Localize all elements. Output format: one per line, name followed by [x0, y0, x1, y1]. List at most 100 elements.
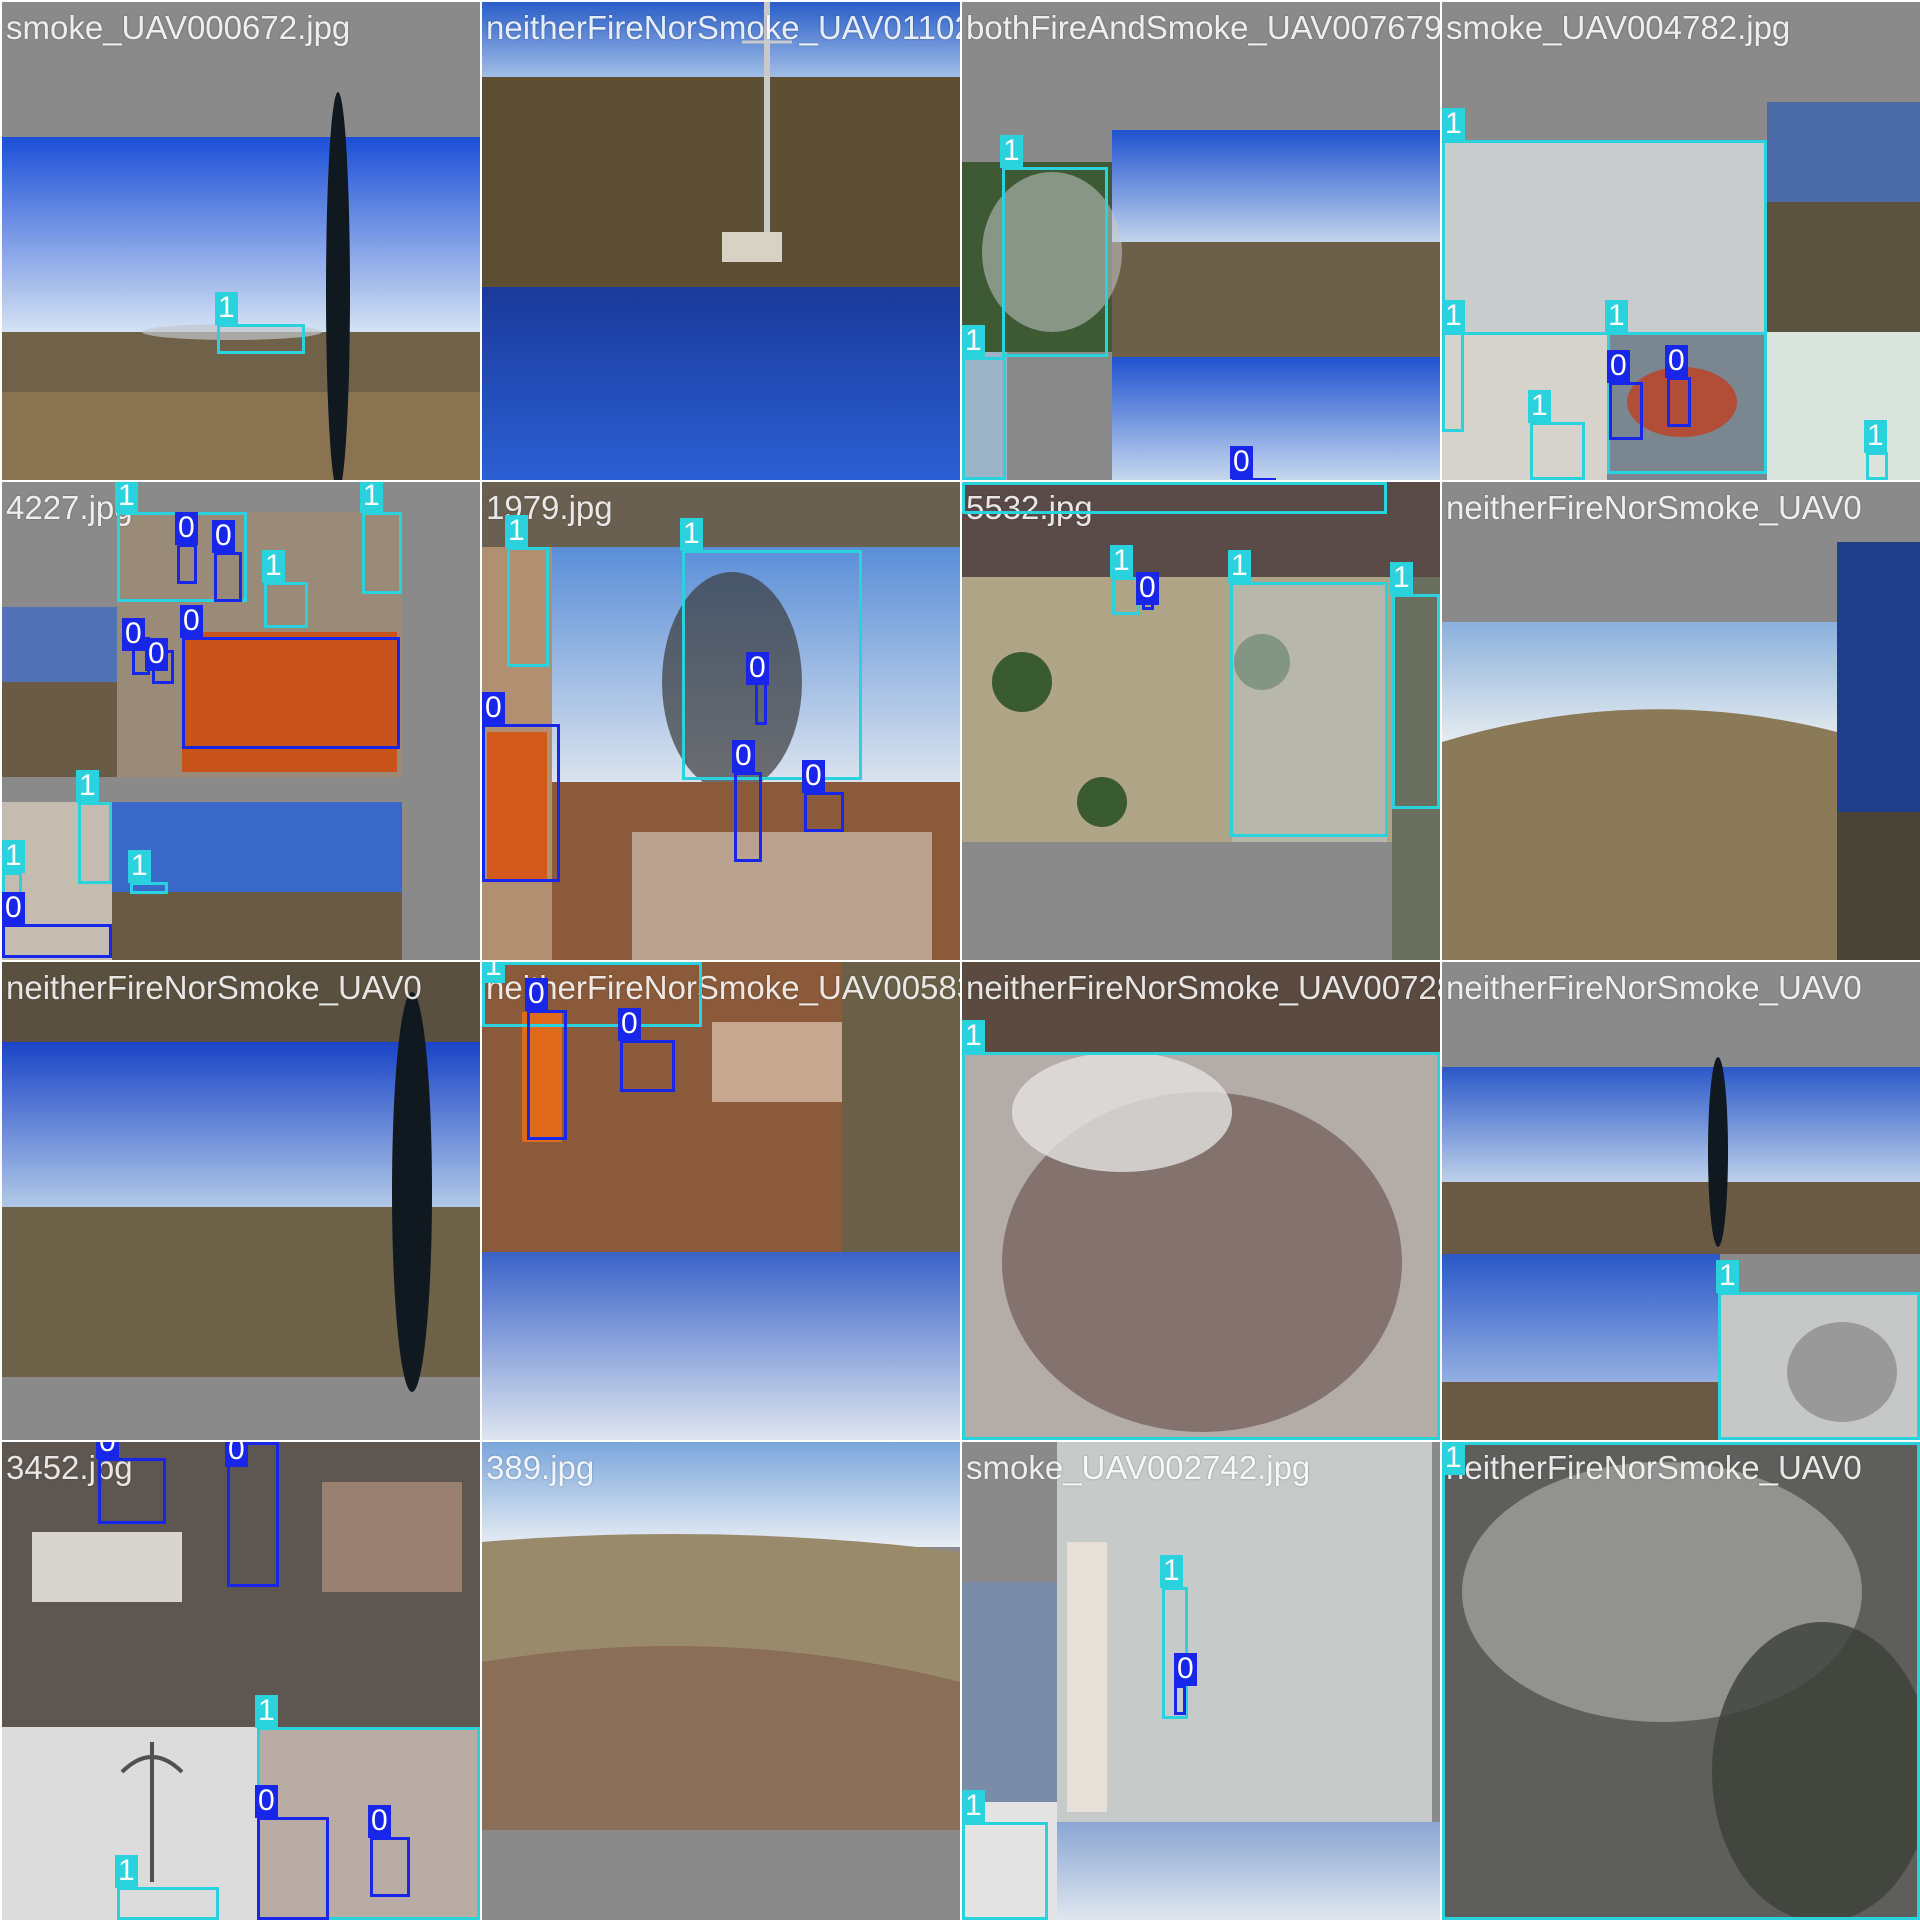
- mosaic-tile-15: smoke_UAV002742.jpg 1 0 1: [962, 1442, 1440, 1920]
- smoke-class-tag: 1: [1864, 420, 1887, 453]
- smoke-bounding-box: [264, 582, 308, 628]
- smoke-bounding-box: [130, 882, 168, 894]
- tile-photo: [482, 1442, 960, 1920]
- smoke-class-tag: 1: [962, 1020, 985, 1053]
- mosaic-tile-6: 1979.jpg 1 1 0 0 0 0: [482, 482, 960, 960]
- fire-class-tag: 0: [212, 520, 235, 553]
- smoke-bounding-box: [1866, 452, 1888, 480]
- smoke-class-tag: 1: [1442, 1442, 1465, 1475]
- fire-bounding-box: [482, 724, 560, 882]
- fire-bounding-box: [1174, 1685, 1186, 1715]
- fire-bounding-box: [177, 544, 197, 584]
- smoke-class-tag: 1: [1160, 1555, 1183, 1588]
- mosaic-tile-14: 389.jpg: [482, 1442, 960, 1920]
- mosaic-tile-12: neitherFireNorSmoke_UAV0 1: [1442, 962, 1920, 1440]
- smoke-bounding-box: [117, 1887, 219, 1920]
- mosaic-tile-8: neitherFireNorSmoke_UAV0: [1442, 482, 1920, 960]
- fire-class-tag: 0: [175, 512, 198, 545]
- smoke-class-tag: 1: [1528, 390, 1551, 423]
- mosaic-tile-9: neitherFireNorSmoke_UAV0: [2, 962, 480, 1440]
- fire-class-tag: 0: [255, 1785, 278, 1818]
- smoke-class-tag: 1: [128, 850, 151, 883]
- smoke-bounding-box: [1530, 422, 1585, 480]
- fire-class-tag: 0: [802, 760, 825, 793]
- fire-bounding-box: [214, 552, 242, 602]
- smoke-class-tag: 1: [115, 1855, 138, 1888]
- mosaic-tile-3: bothFireAndSmoke_UAV007679.jpg 1 1 0: [962, 2, 1440, 480]
- fire-class-tag: 0: [1665, 345, 1688, 378]
- smoke-class-tag: 1: [962, 325, 985, 358]
- mosaic-tile-7: 5532.jpg 1 0 1 1: [962, 482, 1440, 960]
- smoke-class-tag: 1: [1605, 300, 1628, 333]
- smoke-class-tag: 1: [115, 482, 138, 513]
- fire-class-tag: 0: [618, 1008, 641, 1041]
- smoke-bounding-box: [78, 802, 112, 884]
- smoke-class-tag: 1: [255, 1695, 278, 1728]
- smoke-bounding-box: [217, 324, 305, 354]
- fire-bounding-box: [2, 924, 112, 958]
- smoke-bounding-box: [507, 547, 549, 667]
- smoke-class-tag: 1: [262, 550, 285, 583]
- mosaic-tile-13: 3452.jpg 0 0 1 0 0 1: [2, 1442, 480, 1920]
- tile-photo: [2, 962, 480, 1440]
- fire-bounding-box: [620, 1040, 675, 1092]
- tile-photo: [2, 2, 480, 480]
- fire-class-tag: 0: [525, 978, 548, 1011]
- smoke-class-tag: 1: [215, 292, 238, 325]
- fire-class-tag: 0: [1174, 1653, 1197, 1686]
- fire-bounding-box: [257, 1817, 329, 1920]
- smoke-class-tag: 1: [680, 518, 703, 551]
- smoke-class-tag: 1: [962, 1790, 985, 1823]
- smoke-class-tag: 1: [1442, 300, 1465, 333]
- fire-bounding-box: [1609, 382, 1643, 440]
- detection-mosaic: smoke_UAV000672.jpg 1 neitherFireNorSmok…: [0, 0, 1920, 1920]
- fire-class-tag: 0: [746, 652, 769, 685]
- smoke-class-tag: 1: [1228, 550, 1251, 583]
- fire-bounding-box: [370, 1837, 410, 1897]
- smoke-class-tag: 1: [360, 482, 383, 513]
- smoke-class-tag: 1: [1716, 1260, 1739, 1293]
- fire-class-tag: 0: [145, 638, 168, 671]
- smoke-bounding-box: [962, 482, 1387, 514]
- fire-class-tag: 0: [122, 618, 145, 651]
- fire-bounding-box: [804, 792, 844, 832]
- smoke-class-tag: 1: [1442, 108, 1465, 141]
- smoke-bounding-box: [362, 512, 402, 594]
- fire-class-tag: 0: [732, 740, 755, 773]
- smoke-bounding-box: [962, 1052, 1440, 1440]
- smoke-bounding-box: [1392, 594, 1440, 809]
- fire-class-tag: 0: [2, 892, 25, 925]
- fire-bounding-box: [182, 637, 400, 749]
- smoke-class-tag: 1: [1390, 562, 1413, 595]
- mosaic-tile-11: neitherFireNorSmoke_UAV007285.jpg 1: [962, 962, 1440, 1440]
- smoke-class-tag: 1: [76, 770, 99, 803]
- fire-bounding-box: [527, 1010, 567, 1140]
- fire-bounding-box: [98, 1458, 166, 1524]
- fire-class-tag: 0: [180, 605, 203, 638]
- smoke-bounding-box: [1230, 582, 1388, 837]
- fire-bounding-box: [734, 772, 762, 862]
- fire-class-tag: 0: [225, 1442, 248, 1467]
- smoke-bounding-box: [1718, 1292, 1920, 1440]
- smoke-bounding-box: [1002, 167, 1108, 357]
- smoke-bounding-box: [682, 550, 862, 780]
- fire-class-tag: 0: [1607, 350, 1630, 383]
- mosaic-tile-1: smoke_UAV000672.jpg 1: [2, 2, 480, 480]
- smoke-class-tag: 1: [482, 962, 505, 983]
- smoke-bounding-box: [482, 962, 702, 1027]
- fire-class-tag: 0: [368, 1805, 391, 1838]
- fire-bounding-box: [1667, 377, 1691, 427]
- smoke-bounding-box: [962, 357, 1006, 480]
- fire-class-tag: 0: [96, 1442, 119, 1459]
- smoke-class-tag: 1: [505, 515, 528, 548]
- smoke-bounding-box: [962, 1822, 1048, 1920]
- smoke-bounding-box: [1442, 332, 1464, 432]
- smoke-class-tag: 1: [1110, 545, 1133, 578]
- mosaic-tile-16: neitherFireNorSmoke_UAV0 1: [1442, 1442, 1920, 1920]
- tile-photo: [1442, 482, 1920, 960]
- mosaic-tile-2: neitherFireNorSmoke_UAV01102F1.jpg: [482, 2, 960, 480]
- mosaic-tile-10: neitherFireNorSmoke_UAV005830.jpg 1 0 0 …: [482, 962, 960, 1440]
- fire-class-tag: 0: [482, 692, 505, 725]
- mosaic-tile-4: smoke_UAV004782.jpg 1 1 1 1 0 0 1: [1442, 2, 1920, 480]
- smoke-class-tag: 1: [1000, 135, 1023, 168]
